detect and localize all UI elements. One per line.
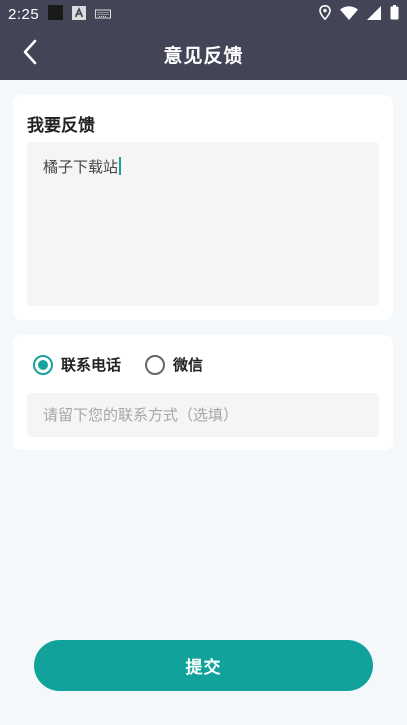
feedback-label: 我要反馈 — [27, 116, 95, 136]
radio-unchecked-icon — [145, 354, 166, 375]
location-icon — [319, 4, 331, 24]
feedback-textarea[interactable]: 橘子下载站 — [27, 142, 379, 306]
radio-checked-icon — [33, 354, 53, 375]
radio-option-phone[interactable]: 联系电话 — [33, 354, 121, 375]
contact-type-radio-group: 联系电话 微信 — [33, 354, 227, 375]
keyboard-icon — [95, 5, 112, 24]
chevron-left-icon — [22, 39, 38, 69]
radio-option-wechat[interactable]: 微信 — [145, 354, 203, 375]
contact-card: 联系电话 微信 — [13, 335, 393, 450]
android-a-icon — [72, 5, 87, 24]
radio-label-phone: 联系电话 — [61, 356, 122, 374]
contact-input[interactable] — [27, 393, 379, 437]
battery-icon — [390, 4, 399, 24]
status-system-icons — [319, 4, 399, 24]
feedback-card: 我要反馈 橘子下载站 — [13, 95, 393, 320]
text-cursor — [119, 157, 122, 175]
signal-icon — [367, 5, 381, 24]
wifi-icon — [340, 5, 358, 24]
back-button[interactable] — [14, 38, 46, 70]
feedback-text: 橘子下载站 — [43, 158, 119, 176]
status-notification-icons — [48, 4, 112, 24]
page-title: 意见反馈 — [163, 44, 244, 67]
submit-button[interactable]: 提交 — [34, 640, 373, 691]
status-bar: 2:25 — [0, 0, 407, 28]
status-time: 2:25 — [8, 5, 40, 23]
app-bar: 意见反馈 — [0, 28, 407, 80]
square-notification-icon — [48, 4, 64, 24]
radio-label-wechat: 微信 — [173, 356, 204, 374]
